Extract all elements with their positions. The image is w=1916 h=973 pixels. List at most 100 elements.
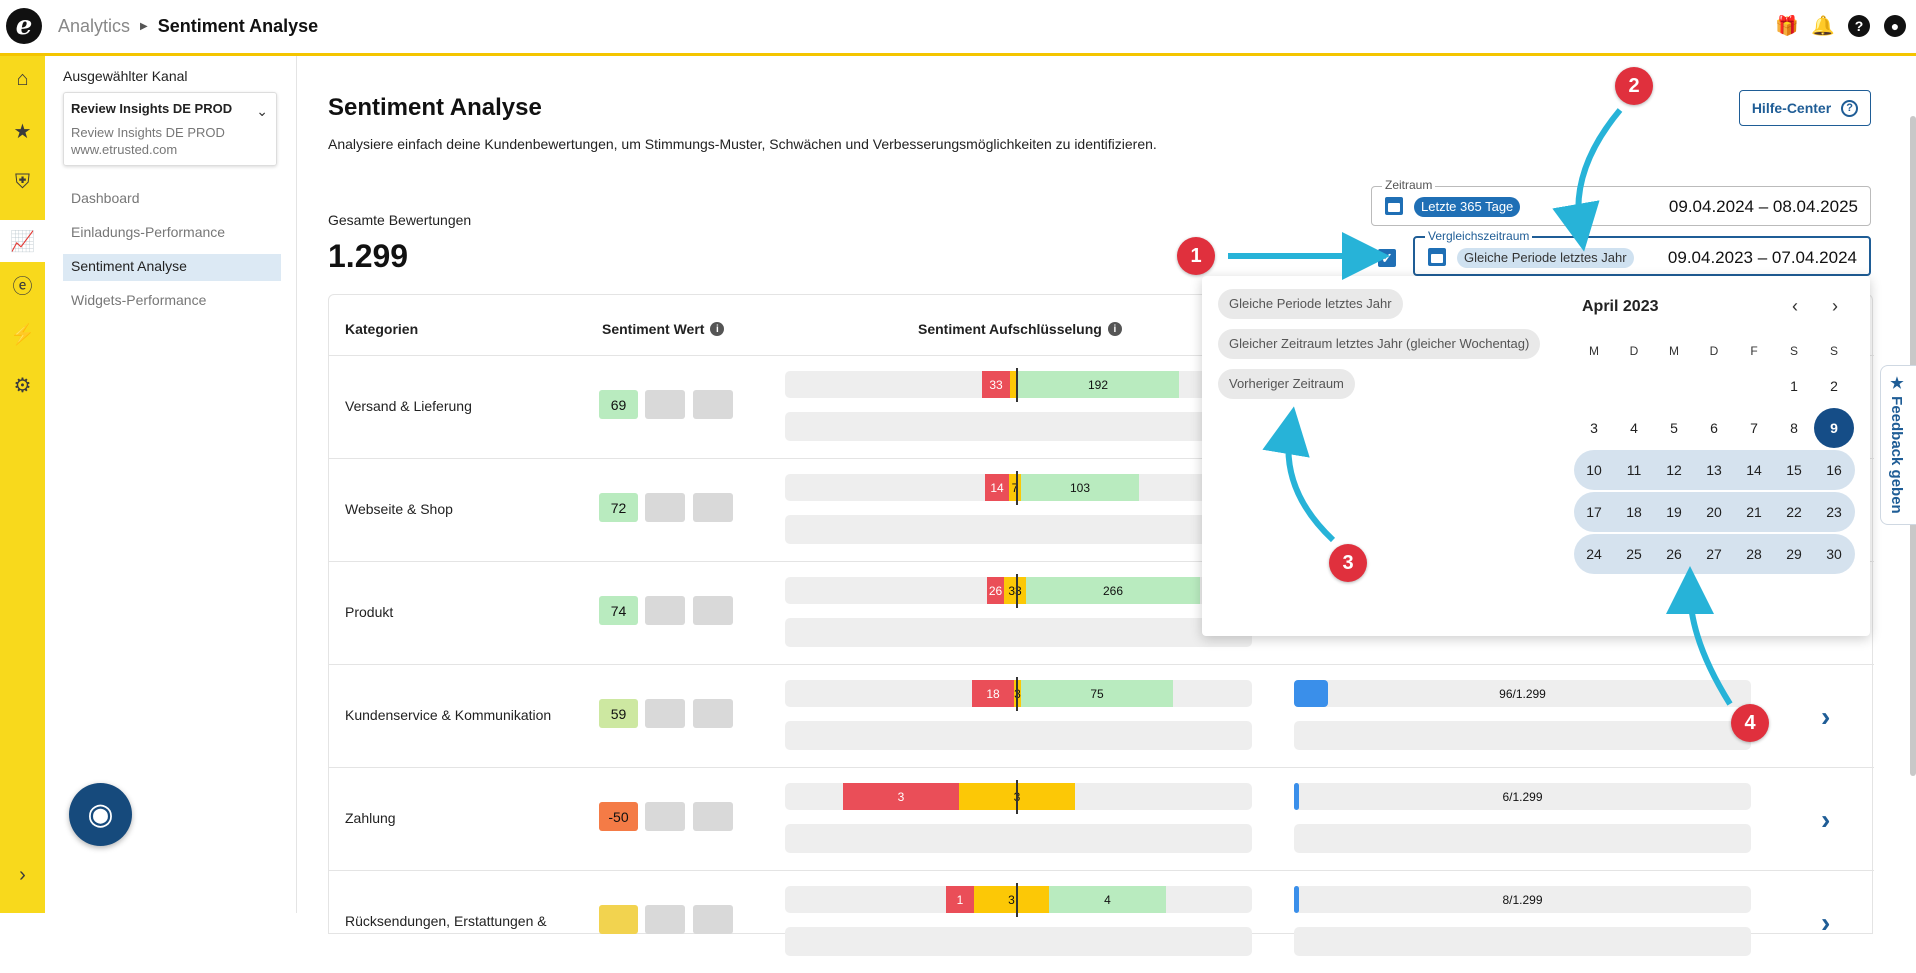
calendar-day[interactable]: 14	[1734, 450, 1774, 490]
calendar-day[interactable]: 18	[1614, 492, 1654, 532]
calendar-day[interactable]: 25	[1614, 534, 1654, 574]
calendar-day[interactable]: 28	[1734, 534, 1774, 574]
nav-item-dashboard[interactable]: Dashboard	[63, 186, 281, 213]
table-row[interactable]: Kundenservice & Kommunikation 59 75183 9…	[329, 664, 1874, 767]
help-icon[interactable]: ?	[1848, 15, 1870, 37]
calendar-day[interactable]: 11	[1614, 450, 1654, 490]
expand-chevron-icon[interactable]: ›	[9, 862, 36, 889]
chevron-left-icon[interactable]: ‹	[1792, 296, 1798, 317]
calendar-day[interactable]: 6	[1694, 408, 1734, 448]
calendar-day[interactable]: 12	[1654, 450, 1694, 490]
calendar-day[interactable]: 29	[1774, 534, 1814, 574]
calendar-day[interactable]: 10	[1574, 450, 1614, 490]
chevron-down-icon: ⌄	[256, 103, 268, 119]
breakdown-bar-compare	[785, 927, 1252, 956]
calendar-day[interactable]: 16	[1814, 450, 1854, 490]
compare-checkbox[interactable]: ✓	[1378, 249, 1396, 267]
nav-item-einladungs-performance[interactable]: Einladungs-Performance	[63, 220, 281, 247]
category-name: Versand & Lieferung	[345, 398, 472, 414]
calendar-day[interactable]: 5	[1654, 408, 1694, 448]
category-name: Kundenservice & Kommunikation	[345, 707, 552, 723]
category-name: Rücksendungen, Erstattungen &	[345, 913, 547, 929]
etrusted-logo[interactable]: e	[6, 8, 42, 44]
calendar-day[interactable]: 23	[1814, 492, 1854, 532]
breakdown-bar-compare	[785, 721, 1252, 750]
calendar-day[interactable]: 19	[1654, 492, 1694, 532]
feedback-tab[interactable]: ★ Feedback geben	[1880, 365, 1916, 525]
compare-dates: 09.04.2023 – 07.04.2024	[1667, 248, 1857, 267]
compare-period-field[interactable]: Vergleichszeitraum Gleiche Periode letzt…	[1413, 229, 1871, 276]
help-center-button[interactable]: Hilfe-Center ?	[1739, 90, 1871, 126]
chevron-right-icon[interactable]: ›	[1821, 907, 1830, 939]
calendar-day[interactable]: 27	[1694, 534, 1734, 574]
star-icon[interactable]: ★	[9, 118, 36, 145]
calendar-day[interactable]: 22	[1774, 492, 1814, 532]
annotation-badge-2: 2	[1615, 67, 1653, 105]
etrusted-coin-icon[interactable]: ⓔ	[9, 271, 36, 298]
header-icons: 🎁 🔔 ? ●	[1775, 15, 1906, 37]
sentiment-score: 69	[599, 390, 638, 419]
info-icon[interactable]: i	[1107, 322, 1122, 336]
breadcrumb-analytics[interactable]: Analytics	[58, 16, 130, 37]
weekday-label: S	[1829, 344, 1838, 358]
home-icon[interactable]: ⌂	[9, 66, 36, 93]
top-bar: e Analytics ▶ Sentiment Analyse 🎁 🔔 ? ●	[0, 0, 1916, 56]
channel-details: Review Insights DE PROD www.etrusted.com	[71, 124, 269, 158]
breakdown-bar-compare	[785, 515, 1252, 544]
preset-same-period-last-year[interactable]: Gleiche Periode letztes Jahr	[1218, 289, 1403, 319]
page-title: Sentiment Analyse	[328, 94, 542, 121]
calendar-day[interactable]: 13	[1694, 450, 1734, 490]
breadcrumb: Analytics ▶ Sentiment Analyse	[58, 16, 318, 37]
bar-neg: 33	[982, 371, 1010, 398]
gear-icon[interactable]: ⚙	[9, 372, 36, 399]
header-breakdown: Sentiment Aufschlüsselung i	[918, 321, 1122, 337]
gift-icon[interactable]: 🎁	[1775, 15, 1799, 37]
breakdown-bar: 4 13	[785, 886, 1252, 913]
period-field[interactable]: Zeitraum Letzte 365 Tage 09.04.2024 – 08…	[1371, 178, 1871, 226]
fingerprint-button[interactable]: ◉	[69, 783, 132, 846]
bell-icon[interactable]: 🔔	[1811, 15, 1835, 37]
calendar-day[interactable]: 21	[1734, 492, 1774, 532]
table-row[interactable]: Rücksendungen, Erstattungen & 4 13 8/1.29…	[329, 870, 1874, 973]
nav-item-sentiment-analyse[interactable]: Sentiment Analyse	[63, 254, 281, 281]
nav-item-widgets-performance[interactable]: Widgets-Performance	[63, 288, 281, 315]
calendar-day[interactable]: 4	[1614, 408, 1654, 448]
breadcrumb-current: Sentiment Analyse	[157, 16, 319, 36]
calendar-day[interactable]: 3	[1574, 408, 1614, 448]
channel-selector[interactable]: Review Insights DE PROD Review Insights …	[63, 92, 277, 166]
channel-name: Review Insights DE PROD	[71, 125, 225, 140]
account-icon[interactable]: ●	[1884, 15, 1906, 37]
channel-url: www.etrusted.com	[71, 142, 178, 157]
calendar-day[interactable]: 26	[1654, 534, 1694, 574]
plug-icon[interactable]: ⚡	[9, 321, 36, 348]
calendar-day[interactable]: 15	[1774, 450, 1814, 490]
calendar-day[interactable]: 20	[1694, 492, 1734, 532]
score-placeholder	[693, 390, 733, 419]
calendar-day[interactable]: 1	[1774, 366, 1814, 406]
calendar-day[interactable]: 2	[1814, 366, 1854, 406]
preset-previous-period[interactable]: Vorheriger Zeitraum	[1218, 369, 1355, 399]
chevron-right-icon[interactable]: ›	[1821, 804, 1830, 836]
chevron-right-icon[interactable]: ›	[1832, 296, 1838, 317]
zero-line	[1016, 574, 1018, 608]
calendar-day[interactable]: 24	[1574, 534, 1614, 574]
info-icon[interactable]: i	[710, 322, 725, 336]
total-reviews-value: 1.299	[328, 238, 409, 274]
calendar-day[interactable]: 17	[1574, 492, 1614, 532]
breadcrumb-separator-icon: ▶	[140, 21, 148, 32]
chevron-right-icon[interactable]: ›	[1821, 701, 1830, 733]
score-placeholder	[645, 905, 685, 934]
table-row[interactable]: Zahlung -50 33 6/1.299 ›	[329, 767, 1874, 870]
period-label: Zeitraum	[1382, 178, 1436, 192]
shield-icon[interactable]: ⛨	[9, 169, 36, 196]
compare-label: Vergleichszeitraum	[1425, 229, 1533, 243]
calendar-day[interactable]: 7	[1734, 408, 1774, 448]
annotation-badge-4: 4	[1731, 704, 1769, 742]
score-placeholder	[693, 699, 733, 728]
calendar-day[interactable]: 9	[1814, 408, 1854, 448]
analytics-icon[interactable]: 📈	[0, 220, 45, 262]
preset-same-weekday-last-year[interactable]: Gleicher Zeitraum letztes Jahr (gleicher…	[1218, 329, 1541, 359]
calendar-day[interactable]: 30	[1814, 534, 1854, 574]
calendar-day[interactable]: 8	[1774, 408, 1814, 448]
header-category: Kategorien	[345, 321, 418, 337]
